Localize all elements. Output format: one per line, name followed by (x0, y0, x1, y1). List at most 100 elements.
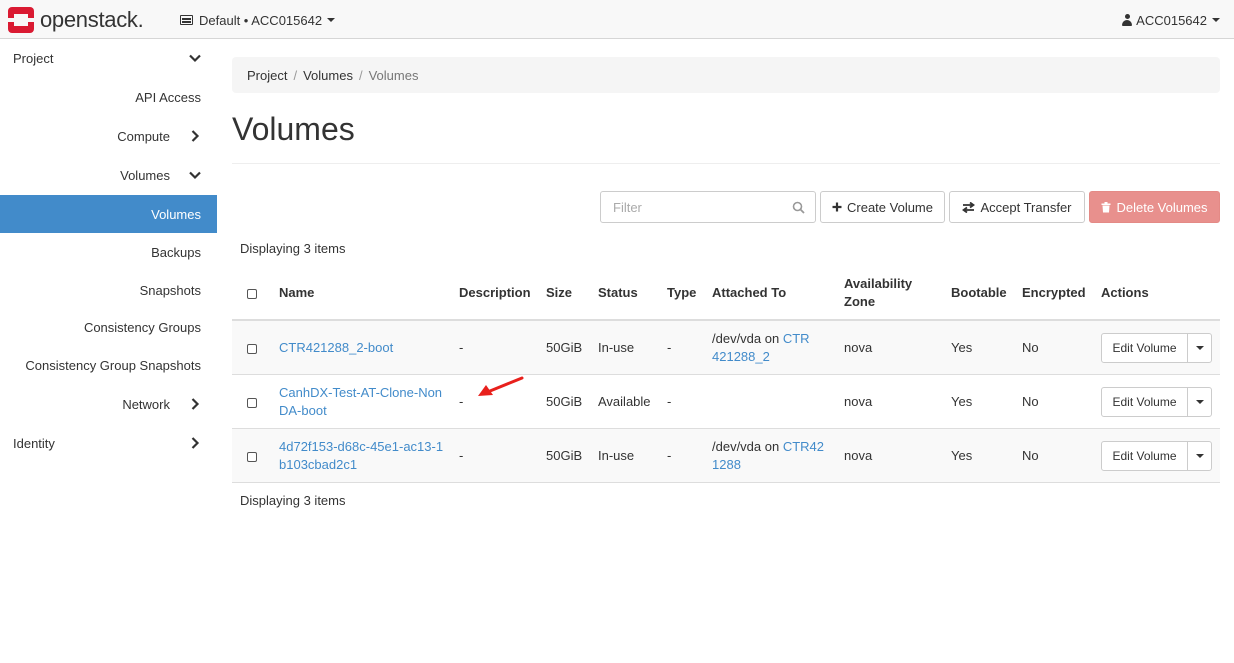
row-actions: Edit Volume (1101, 387, 1212, 417)
volume-size: 50GiB (546, 340, 583, 355)
column-header-encrypted[interactable]: Encrypted (1022, 284, 1086, 302)
sidebar-item-label: API Access (135, 89, 201, 105)
volume-encrypted: No (1022, 448, 1039, 463)
caret-down-icon (1195, 346, 1204, 350)
volume-zone: nova (844, 394, 873, 409)
attached-instance-link-cont[interactable]: 421288_2 (712, 349, 770, 364)
sidebar-item-network[interactable]: Network (0, 385, 217, 423)
caret-down-icon (327, 18, 336, 22)
volume-size: 50GiB (546, 448, 583, 463)
volume-name-line2[interactable]: DA-boot (279, 403, 327, 418)
accept-transfer-label: Accept Transfer (980, 199, 1072, 215)
column-header-bootable[interactable]: Bootable (951, 284, 1007, 302)
attached-device: /dev/vda on (712, 439, 783, 454)
annotation-arrow-icon (478, 376, 524, 396)
sidebar-item-backups[interactable]: Backups (0, 233, 217, 271)
row-checkbox[interactable] (247, 398, 257, 408)
chevron-right-icon (191, 398, 200, 410)
volume-description: - (459, 340, 464, 355)
column-header-attached-to[interactable]: Attached To (712, 284, 786, 302)
volume-type: - (667, 448, 672, 463)
volume-name-line1[interactable]: CTR421288_2-boot (279, 340, 393, 355)
brand-logo[interactable]: openstack. (8, 7, 144, 33)
attached-device: /dev/vda on (712, 331, 783, 346)
row-checkbox[interactable] (247, 344, 257, 354)
caret-down-icon (1195, 454, 1204, 458)
volume-name-link[interactable]: 4d72f153-d68c-45e1-ac13-1 b103cbad2c1 (279, 438, 443, 474)
attached-instance-link[interactable]: CTR42 (783, 439, 824, 454)
chevron-down-icon (189, 54, 201, 63)
column-header-actions: Actions (1101, 285, 1149, 300)
title-divider (232, 163, 1220, 164)
column-header-name[interactable]: Name (279, 284, 314, 302)
sidebar-item-api-access[interactable]: API Access (0, 78, 217, 116)
volume-name-line2[interactable]: b103cbad2c1 (279, 457, 357, 472)
filter-input[interactable] (613, 192, 793, 222)
volume-encrypted: No (1022, 394, 1039, 409)
volume-attached-to: /dev/vda on CTR 421288_2 (712, 330, 810, 366)
user-name: ACC015642 (1136, 12, 1207, 28)
column-header-availability-zone-line2: Zone (844, 294, 876, 309)
breadcrumb-project[interactable]: Project (247, 68, 287, 83)
select-all-checkbox[interactable] (247, 289, 257, 299)
volume-description: - (459, 394, 464, 409)
volume-bootable: Yes (951, 394, 973, 409)
column-header-availability-zone-line1: Availability (844, 276, 913, 291)
column-header-type[interactable]: Type (667, 284, 696, 302)
delete-volumes-button[interactable]: Delete Volumes (1089, 191, 1220, 223)
volume-bootable: Yes (951, 340, 973, 355)
sidebar-item-label: Compute (117, 128, 170, 144)
sidebar-item-identity[interactable]: Identity (0, 424, 217, 462)
project-selector-label: Default • ACC015642 (199, 12, 323, 28)
column-header-status[interactable]: Status (598, 284, 638, 302)
volume-name-link[interactable]: CTR421288_2-boot (279, 339, 393, 357)
plus-icon (832, 202, 842, 212)
page-title: Volumes (232, 111, 355, 147)
filter-field[interactable] (600, 191, 816, 223)
sidebar-item-label: Backups (151, 244, 201, 260)
sidebar-item-consistency-group-snapshots[interactable]: Consistency Group Snapshots (0, 346, 217, 384)
edit-volume-button[interactable]: Edit Volume (1102, 388, 1188, 416)
row-actions-dropdown-toggle[interactable] (1188, 442, 1211, 470)
sidebar-item-project[interactable]: Project (0, 39, 217, 77)
edit-volume-button[interactable]: Edit Volume (1102, 442, 1188, 470)
project-selector[interactable]: Default • ACC015642 (180, 12, 336, 28)
sidebar-item-consistency-groups[interactable]: Consistency Groups (0, 308, 217, 346)
chevron-right-icon (191, 437, 200, 449)
column-header-availability-zone[interactable]: Availability Zone (844, 275, 912, 311)
top-navbar: openstack. Default • ACC015642 ACC015642 (0, 0, 1234, 39)
sidebar-item-label: Volumes (151, 206, 201, 222)
trash-icon (1101, 201, 1111, 212)
delete-volumes-label: Delete Volumes (1116, 199, 1208, 215)
attached-instance-link-cont[interactable]: 1288 (712, 457, 741, 472)
chevron-down-icon (189, 171, 201, 180)
search-icon[interactable] (792, 201, 805, 214)
openstack-logo-icon (8, 7, 34, 33)
volume-name-line1[interactable]: 4d72f153-d68c-45e1-ac13-1 (279, 439, 443, 454)
project-list-icon (180, 15, 193, 25)
column-header-description[interactable]: Description (459, 284, 531, 302)
volume-name-link[interactable]: CanhDX-Test-AT-Clone-Non DA-boot (279, 384, 442, 420)
user-menu[interactable]: ACC015642 (1122, 12, 1220, 28)
attached-instance-link[interactable]: CTR (783, 331, 810, 346)
breadcrumb-separator: / (293, 67, 298, 83)
create-volume-button[interactable]: Create Volume (820, 191, 945, 223)
brand-name: openstack. (40, 7, 144, 32)
volume-name-line1[interactable]: CanhDX-Test-AT-Clone-Non (279, 385, 442, 400)
row-checkbox[interactable] (247, 452, 257, 462)
row-actions-dropdown-toggle[interactable] (1188, 388, 1211, 416)
breadcrumb-volumes-group[interactable]: Volumes (303, 68, 353, 83)
breadcrumb-current: Volumes (368, 67, 419, 83)
sidebar-item-compute[interactable]: Compute (0, 117, 217, 155)
caret-down-icon (1212, 18, 1220, 22)
volume-description: - (459, 448, 464, 463)
volume-zone: nova (844, 448, 873, 463)
edit-volume-button[interactable]: Edit Volume (1102, 334, 1188, 362)
column-header-size[interactable]: Size (546, 284, 572, 302)
sidebar-item-volumes-group[interactable]: Volumes (0, 156, 217, 194)
accept-transfer-button[interactable]: Accept Transfer (949, 191, 1085, 223)
row-actions-dropdown-toggle[interactable] (1188, 334, 1211, 362)
sidebar-item-snapshots[interactable]: Snapshots (0, 271, 217, 309)
volume-attached-to: /dev/vda on CTR42 1288 (712, 438, 824, 474)
sidebar-item-volumes[interactable]: Volumes (0, 195, 217, 233)
